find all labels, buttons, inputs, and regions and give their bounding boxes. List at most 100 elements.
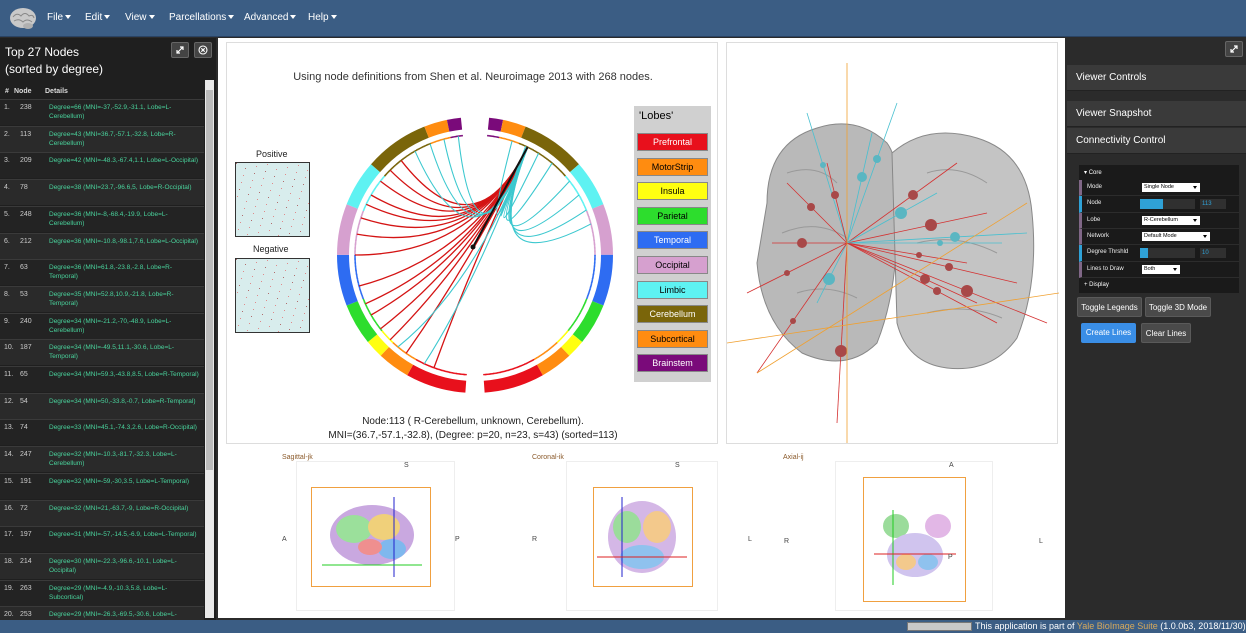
footer-text: This application is part of Yale BioImag… [975, 621, 1246, 631]
coronal-label: Coronal-ik [532, 454, 564, 461]
legend-item-cerebellum: Cerebellum [637, 305, 708, 324]
sagittal-view[interactable]: S [296, 461, 455, 611]
expand-panel-button[interactable] [171, 42, 189, 58]
row-rank: 13. [4, 424, 14, 432]
coronal-top-label: S [675, 462, 680, 469]
node-slider-fill [1140, 199, 1164, 209]
menu-help-label: Help [308, 12, 329, 23]
row-node: 53 [20, 290, 28, 298]
degree-number-input[interactable]: 10 [1200, 248, 1226, 258]
display-folder[interactable]: + Display [1079, 278, 1239, 293]
node-number-input[interactable]: 113 [1200, 199, 1226, 209]
core-folder-label: Core [1088, 170, 1102, 176]
lobe-control: Lobe R-Cerebellum [1079, 213, 1239, 229]
connectivity-control-header[interactable]: Connectivity Control [1067, 128, 1246, 154]
brain-3d-viewer[interactable] [726, 42, 1060, 444]
network-select[interactable]: Default Mode [1142, 232, 1210, 241]
menu-edit[interactable]: Edit [85, 12, 111, 23]
menu-view[interactable]: View [125, 12, 155, 23]
viewer-controls-header[interactable]: Viewer Controls [1067, 65, 1246, 91]
coronal-view[interactable]: S [566, 461, 718, 611]
table-row[interactable]: 17. 197 Degree=31 (MNI=-57,-14.5,-6.9, Lob… [0, 526, 204, 553]
lobe-ring-segment [487, 117, 504, 132]
table-row[interactable]: 20. 253 Degree=29 (MNI=-26.3,-69.5,-30.6, … [0, 606, 204, 620]
row-details: Degree=43 (MNI=36.7,-57.1,-32.8, Lobe=R-… [49, 130, 176, 147]
row-details: Degree=32 (MNI=-59,-30,3.5, Lobe=L-Tempo… [49, 477, 190, 485]
row-node: 65 [20, 371, 28, 378]
table-row[interactable]: 16. 72 Degree=32 (MNI=21,-63.7,-9, Lobe=R-… [0, 499, 204, 526]
table-row[interactable]: 7. 63 Degree=36 (MNI=61.8,-23.8,-2.8, Lobe… [0, 259, 204, 286]
table-row[interactable]: 18. 214 Degree=30 (MNI=-22.3,-96.6,-10.1, … [0, 552, 204, 579]
mode-select[interactable]: Single Node [1142, 183, 1200, 192]
row-details: Degree=34 (MNI=59.3,-43.8,8.5, Lobe=R-Te… [49, 371, 199, 378]
legend-title: 'Lobes' [639, 110, 674, 122]
table-row[interactable]: 1. 238 Degree=66 (MNI=-37,-52.9,-31.1, Lob… [0, 99, 204, 125]
caret-down-icon [290, 15, 297, 20]
menu-parcellations[interactable]: Parcellations [169, 12, 235, 23]
legend-item-brainstem: Brainstem [637, 354, 708, 373]
degree-threshold-control: Degree Thrshld 10 [1079, 245, 1239, 262]
connectogram-panel[interactable]: Using node definitions from Shen et al. … [226, 42, 718, 444]
row-details: Degree=30 (MNI=-22.3,-96.6,-10.1, Lobe=L… [49, 557, 177, 574]
row-details: Degree=36 (MNI=-8,-68.4,-19.9, Lobe=L-Ce… [49, 210, 168, 227]
table-row[interactable]: 11. 65 Degree=34 (MNI=59.3,-43.8,8.5, Lobe… [0, 366, 204, 392]
caret-down-icon [1193, 219, 1197, 222]
lobe-value: R-Cerebellum [1144, 217, 1178, 223]
sagittal-right-label: P [455, 536, 460, 543]
row-rank: 19. [4, 584, 14, 592]
lines-to-draw-control: Lines to Draw Both [1079, 262, 1239, 278]
menu-help[interactable]: Help [308, 12, 337, 23]
expand-right-panel-button[interactable] [1225, 41, 1243, 57]
clear-lines-button[interactable]: Clear Lines [1141, 323, 1191, 343]
create-lines-button[interactable]: Create Lines [1081, 323, 1136, 343]
bioimage-suite-badge[interactable] [907, 622, 972, 631]
table-row[interactable]: 14. 247 Degree=32 (MNI=-10.3,-81.7,-32.3, … [0, 446, 204, 473]
menu-view-label: View [125, 12, 147, 23]
row-details: Degree=66 (MNI=-37,-52.9,-31.1, Lobe=L-C… [49, 104, 172, 120]
mode-control: Mode Single Node [1079, 180, 1239, 196]
yale-bioimage-suite-link[interactable]: Yale BioImage Suite [1077, 621, 1158, 631]
caret-down-icon [65, 15, 72, 20]
close-panel-button[interactable] [194, 42, 212, 58]
scrollbar-thumb[interactable] [206, 90, 213, 470]
axial-view[interactable]: A P [835, 461, 993, 611]
table-row[interactable]: 12. 54 Degree=34 (MNI=50,-33.8,-0.7, Lobe=… [0, 392, 204, 419]
viewer-snapshot-header[interactable]: Viewer Snapshot [1067, 101, 1246, 127]
table-row[interactable]: 6. 212 Degree=36 (MNI=-10.8,-98.1,7.6, Lob… [0, 232, 204, 259]
connectivity-gui: ▾ Core Mode Single Node Node 113 Lobe R-… [1079, 165, 1239, 293]
display-folder-label: Display [1089, 282, 1109, 288]
table-row[interactable]: 9. 240 Degree=34 (MNI=-21.2,-70,-48.9, Lob… [0, 312, 204, 339]
degree-threshold-slider[interactable] [1140, 248, 1195, 258]
row-node: 191 [20, 477, 32, 485]
row-rank: 4. [4, 184, 10, 192]
node-slider[interactable] [1140, 199, 1195, 209]
top-nodes-panel: Top 27 Nodes (sorted by degree) # Node D… [0, 38, 216, 620]
core-folder[interactable]: ▾ Core [1079, 165, 1239, 180]
table-row[interactable]: 3. 209 Degree=42 (MNI=-48.3,-67.4,1.1, Lob… [0, 152, 204, 179]
toggle-3d-mode-button[interactable]: Toggle 3D Mode [1145, 297, 1211, 317]
table-row[interactable]: 2. 113 Degree=43 (MNI=36.7,-57.1,-32.8, Lo… [0, 125, 204, 152]
toggle-legends-button[interactable]: Toggle Legends [1077, 297, 1142, 317]
table-row[interactable]: 15. 191 Degree=32 (MNI=-59,-30,3.5, Lobe=L… [0, 472, 204, 499]
lobe-select[interactable]: R-Cerebellum [1142, 216, 1200, 225]
menu-advanced[interactable]: Advanced [244, 12, 297, 23]
table-row[interactable]: 13. 74 Degree=33 (MNI=45.1,-74.3,2.6, Lobe… [0, 419, 204, 446]
row-details: Degree=36 (MNI=-10.8,-98.1,7.6, Lobe=L-O… [49, 237, 199, 245]
table-scrollbar[interactable] [205, 80, 214, 618]
row-rank: 2. [4, 130, 10, 138]
node-caption-line2: MNI=(36.7,-57.1,-32.8), (Degree: p=20, n… [328, 430, 618, 441]
lobe-ring-segment [500, 119, 526, 138]
table-row[interactable]: 5. 248 Degree=36 (MNI=-8,-68.4,-19.9, Lobe… [0, 205, 204, 232]
lobe-label: Lobe [1087, 217, 1101, 223]
legend-item-subcortical: Subcortical [637, 329, 708, 348]
axial-marker-label: P [948, 554, 953, 561]
table-row[interactable]: 4. 78 Degree=38 (MNI=23.7,-96.6,5, Lobe=R-… [0, 179, 204, 206]
brain-logo-icon[interactable] [8, 4, 38, 32]
table-row[interactable]: 8. 53 Degree=35 (MNI=52.8,10.9,-21.8, Lobe… [0, 285, 204, 312]
axial-right-label: L [1039, 538, 1043, 545]
menu-file[interactable]: File [47, 12, 72, 23]
degree-threshold-label: Degree Thrshld [1087, 249, 1129, 255]
table-row[interactable]: 10. 187 Degree=34 (MNI=-49.5,11.1,-30.6, L… [0, 339, 204, 366]
lines-to-draw-select[interactable]: Both [1142, 265, 1180, 274]
table-row[interactable]: 19. 263 Degree=29 (MNI=-4.9,-10.3,5.8, Lob… [0, 579, 204, 606]
